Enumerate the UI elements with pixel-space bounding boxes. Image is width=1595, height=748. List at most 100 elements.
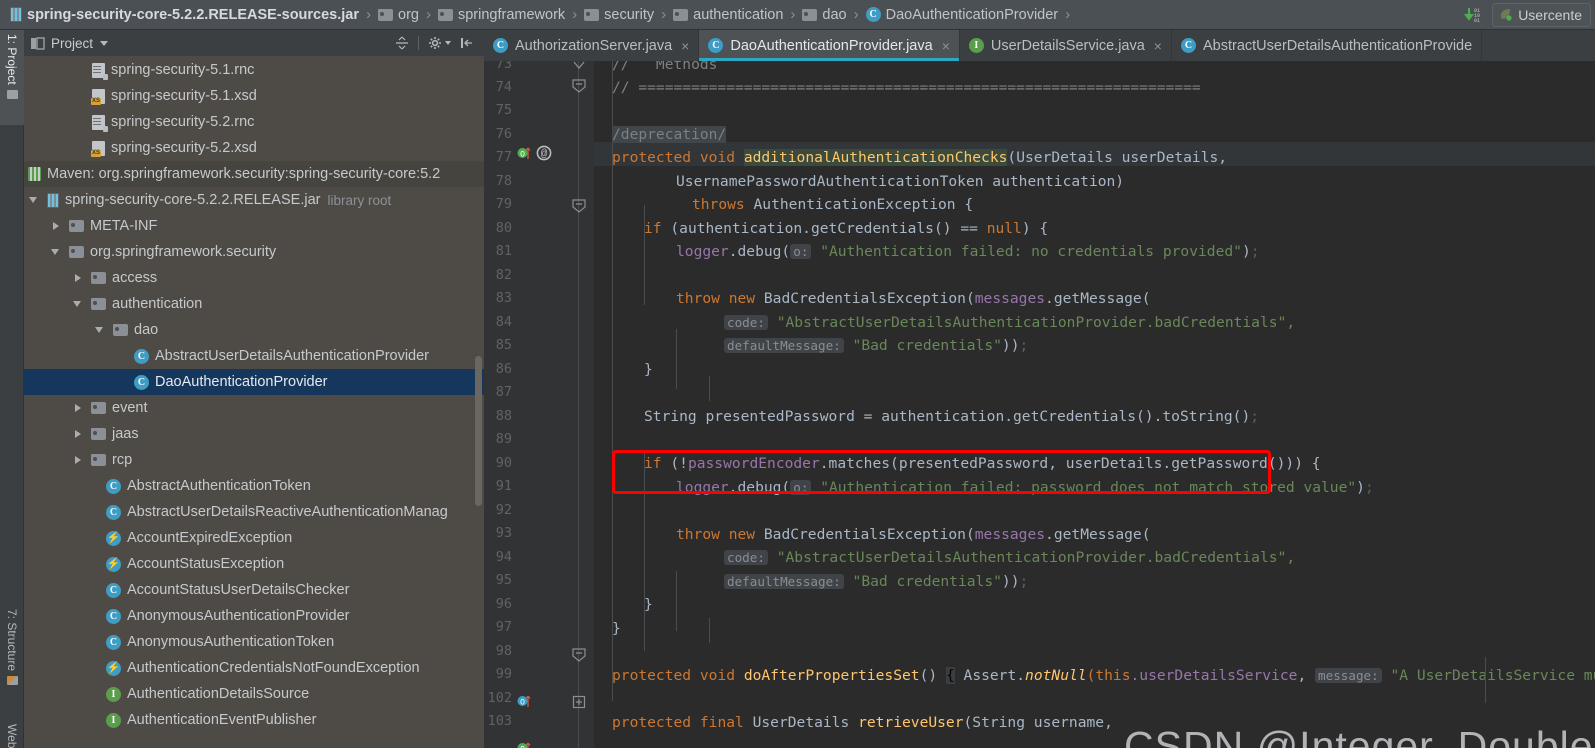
exception-icon: ⚡ <box>106 556 121 572</box>
chevron-right-icon[interactable] <box>72 402 85 415</box>
list-item[interactable]: spring-security-5.1.rnc <box>24 57 484 83</box>
fold-expand-icon[interactable] <box>572 695 586 714</box>
line-number: 77 <box>495 149 512 165</box>
list-item[interactable]: spring-security-5.2.xsd <box>24 135 484 161</box>
list-item[interactable]: C AnonymousAuthenticationToken <box>24 629 484 655</box>
tree-item-label: AccountStatusException <box>127 556 285 572</box>
hide-panel-icon[interactable] <box>460 36 474 50</box>
list-item[interactable]: C AbstractUserDetailsReactiveAuthenticat… <box>24 499 484 525</box>
list-item[interactable]: ⚡ AccountStatusException <box>24 551 484 577</box>
editor-tab-authorizationserver[interactable]: C AuthorizationServer.java × <box>484 30 700 61</box>
class-icon: C <box>106 478 121 494</box>
overriding-method-icon[interactable]: O <box>517 693 531 714</box>
editor-gutter[interactable]: 73 74 75 76 77 78 79 80 81 82 83 84 85 8… <box>484 61 594 748</box>
folder-icon <box>91 402 106 414</box>
list-item[interactable]: org.springframework.security <box>24 239 484 265</box>
code-line-99: protected void doAfterPropertiesSet() { … <box>612 667 1595 684</box>
line-number: 87 <box>495 384 512 400</box>
expand-collapse-icon[interactable] <box>395 36 409 50</box>
chevron-down-icon[interactable] <box>50 246 63 259</box>
breadcrumb-separator: › <box>425 6 431 23</box>
run-configuration-chip[interactable]: Usercente <box>1492 2 1591 27</box>
breadcrumb-item-jar[interactable]: spring-security-core-5.2.2.RELEASE-sourc… <box>6 0 361 30</box>
editor-tab-daoauthenticationprovider[interactable]: C DaoAuthenticationProvider.java × <box>699 30 960 61</box>
editor-tab-userdetailsservice[interactable]: I UserDetailsService.java × <box>960 30 1172 61</box>
overridden-method-icon[interactable]: O <box>517 145 531 166</box>
list-item-selected[interactable]: C DaoAuthenticationProvider <box>24 369 484 395</box>
line-number: 96 <box>495 596 512 612</box>
breadcrumb-item-class[interactable]: C DaoAuthenticationProvider <box>862 0 1061 30</box>
list-item[interactable]: C AnonymousAuthenticationProvider <box>24 603 484 629</box>
tree-item-label: access <box>112 270 158 286</box>
parameter-hint: code: <box>724 550 768 565</box>
breadcrumb-item-dao[interactable]: dao <box>798 0 848 30</box>
chevron-down-icon[interactable] <box>72 298 85 311</box>
gear-icon[interactable] <box>428 36 451 51</box>
list-item[interactable]: C AbstractAuthenticationToken <box>24 473 484 499</box>
fold-arrow-icon[interactable] <box>572 61 586 78</box>
folder-icon <box>91 298 106 310</box>
download-binary-icon[interactable]: 01 10 01 <box>1464 5 1484 25</box>
annotation-icon[interactable]: @ <box>536 145 552 166</box>
class-icon: C <box>134 374 149 390</box>
breadcrumb-item-springframework[interactable]: springframework <box>434 0 567 30</box>
chevron-down-icon[interactable] <box>28 194 41 207</box>
fold-collapse-icon[interactable] <box>571 198 587 219</box>
list-item[interactable]: Maven: org.springframework.security:spri… <box>24 161 484 187</box>
list-item[interactable]: dao <box>24 317 484 343</box>
chevron-right-icon[interactable] <box>50 220 63 233</box>
breadcrumb-label: spring-security-core-5.2.2.RELEASE-sourc… <box>27 6 360 23</box>
class-icon: C <box>1180 38 1196 53</box>
svg-text:@: @ <box>541 149 548 161</box>
chevron-right-icon[interactable] <box>72 272 85 285</box>
list-item[interactable]: I AuthenticationEventPublisher <box>24 707 484 733</box>
list-item[interactable]: access <box>24 265 484 291</box>
list-item[interactable]: I AuthenticationDetailsSource <box>24 681 484 707</box>
code-text[interactable]: // Methods // ==========================… <box>594 61 1595 748</box>
list-item[interactable]: spring-security-5.1.xsd <box>24 83 484 109</box>
chevron-down-icon[interactable] <box>100 40 109 46</box>
list-item[interactable]: event <box>24 395 484 421</box>
line-number: 99 <box>495 666 512 682</box>
close-icon[interactable]: × <box>1154 38 1162 54</box>
chevron-right-icon[interactable] <box>72 428 85 441</box>
list-item[interactable]: C AbstractUserDetailsAuthenticationProvi… <box>24 343 484 369</box>
list-item[interactable]: ⚡ AccountExpiredException <box>24 525 484 551</box>
list-item[interactable]: C AccountStatusUserDetailsChecker <box>24 577 484 603</box>
list-item[interactable]: spring-security-5.2.rnc <box>24 109 484 135</box>
breadcrumb-label: springframework <box>457 6 566 23</box>
list-item[interactable]: rcp <box>24 447 484 473</box>
list-item[interactable]: jaas <box>24 421 484 447</box>
editor-tab-abstractuserdetailsauthenticationprovider[interactable]: C AbstractUserDetailsAuthenticationProvi… <box>1172 30 1483 61</box>
chevron-down-icon[interactable] <box>94 324 107 337</box>
list-item[interactable]: authentication <box>24 291 484 317</box>
breadcrumb-item-security[interactable]: security <box>580 0 656 30</box>
list-item[interactable]: ⚡ AuthenticationCredentialsNotFoundExcep… <box>24 655 484 681</box>
breadcrumb-item-org[interactable]: org <box>374 0 421 30</box>
list-item[interactable]: META-INF <box>24 213 484 239</box>
sidebar-tab-project[interactable]: 1: Project <box>0 30 24 125</box>
tree-item-label: AnonymousAuthenticationProvider <box>127 608 350 624</box>
close-icon[interactable]: × <box>681 38 689 54</box>
left-tool-window-bar: 1: Project 7: Structure Web <box>0 30 24 748</box>
close-icon[interactable]: × <box>942 38 950 54</box>
tree-item-label: spring-security-5.2.xsd <box>111 140 257 156</box>
project-tree[interactable]: spring-security-5.1.rnc spring-security-… <box>24 56 484 748</box>
project-tree-scrollbar[interactable] <box>475 356 482 506</box>
list-item[interactable]: spring-security-core-5.2.2.RELEASE.jar l… <box>24 187 484 213</box>
tree-item-label: AbstractUserDetailsAuthenticationProvide… <box>155 348 430 364</box>
rnc-file-icon <box>92 114 108 132</box>
sidebar-tab-web[interactable]: Web <box>0 720 24 748</box>
chevron-right-icon[interactable] <box>72 454 85 467</box>
tree-item-label: AccountStatusUserDetailsChecker <box>127 582 350 598</box>
fold-collapse-icon[interactable] <box>571 78 587 99</box>
fold-collapse-icon[interactable] <box>571 647 587 668</box>
sidebar-tab-structure[interactable]: 7: Structure <box>0 605 24 710</box>
overridden-method-icon[interactable]: O <box>517 740 531 748</box>
parameter-hint: defaultMessage: <box>724 338 844 353</box>
breadcrumb-item-authentication[interactable]: authentication <box>669 0 785 30</box>
code-editor[interactable]: 73 74 75 76 77 78 79 80 81 82 83 84 85 8… <box>484 61 1595 748</box>
line-number: 86 <box>495 361 512 377</box>
xsd-file-icon <box>91 88 105 105</box>
code-comment-methods: // Methods <box>612 61 718 73</box>
